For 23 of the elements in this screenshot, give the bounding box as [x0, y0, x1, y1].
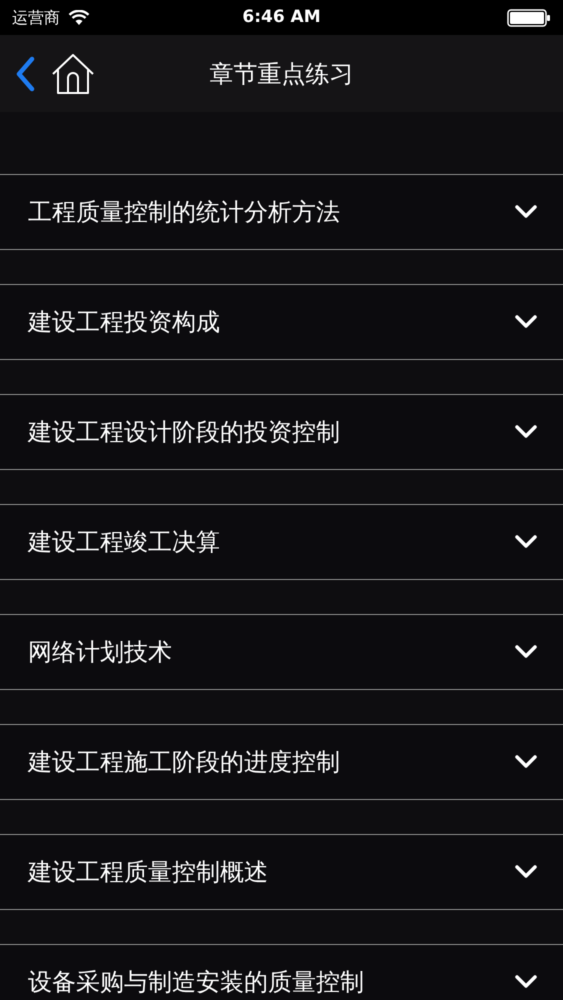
home-button[interactable]: [52, 52, 94, 94]
chapter-title: 设备采购与制造安装的质量控制: [28, 967, 365, 998]
chapter-row[interactable]: 建设工程质量控制概述: [0, 834, 563, 910]
chapter-title: 建设工程施工阶段的进度控制: [28, 747, 341, 778]
chapter-row[interactable]: 建设工程施工阶段的进度控制: [0, 724, 563, 800]
wifi-icon: [68, 10, 90, 26]
chapter-title: 建设工程投资构成: [28, 307, 221, 338]
chapter-title: 网络计划技术: [28, 637, 173, 668]
chapter-title: 建设工程设计阶段的投资控制: [28, 417, 341, 448]
chapter-title: 建设工程竣工决算: [28, 527, 221, 558]
chapter-title: 建设工程质量控制概述: [28, 857, 269, 888]
back-icon: [14, 56, 36, 92]
chapter-row[interactable]: 建设工程投资构成: [0, 284, 563, 360]
clock-time: 6:46 AM: [242, 6, 321, 29]
chapter-row[interactable]: 建设工程竣工决算: [0, 504, 563, 580]
chapter-title: 工程质量控制的统计分析方法: [28, 197, 341, 228]
home-icon: [52, 54, 94, 94]
page-title: 章节重点练习: [210, 58, 354, 90]
battery-icon: [507, 8, 551, 26]
carrier-label: 运营商: [12, 6, 60, 28]
chapter-row[interactable]: 网络计划技术: [0, 614, 563, 690]
chapter-row[interactable]: 工程质量控制的统计分析方法: [0, 174, 563, 250]
chapter-row[interactable]: 建设工程设计阶段的投资控制: [0, 394, 563, 470]
